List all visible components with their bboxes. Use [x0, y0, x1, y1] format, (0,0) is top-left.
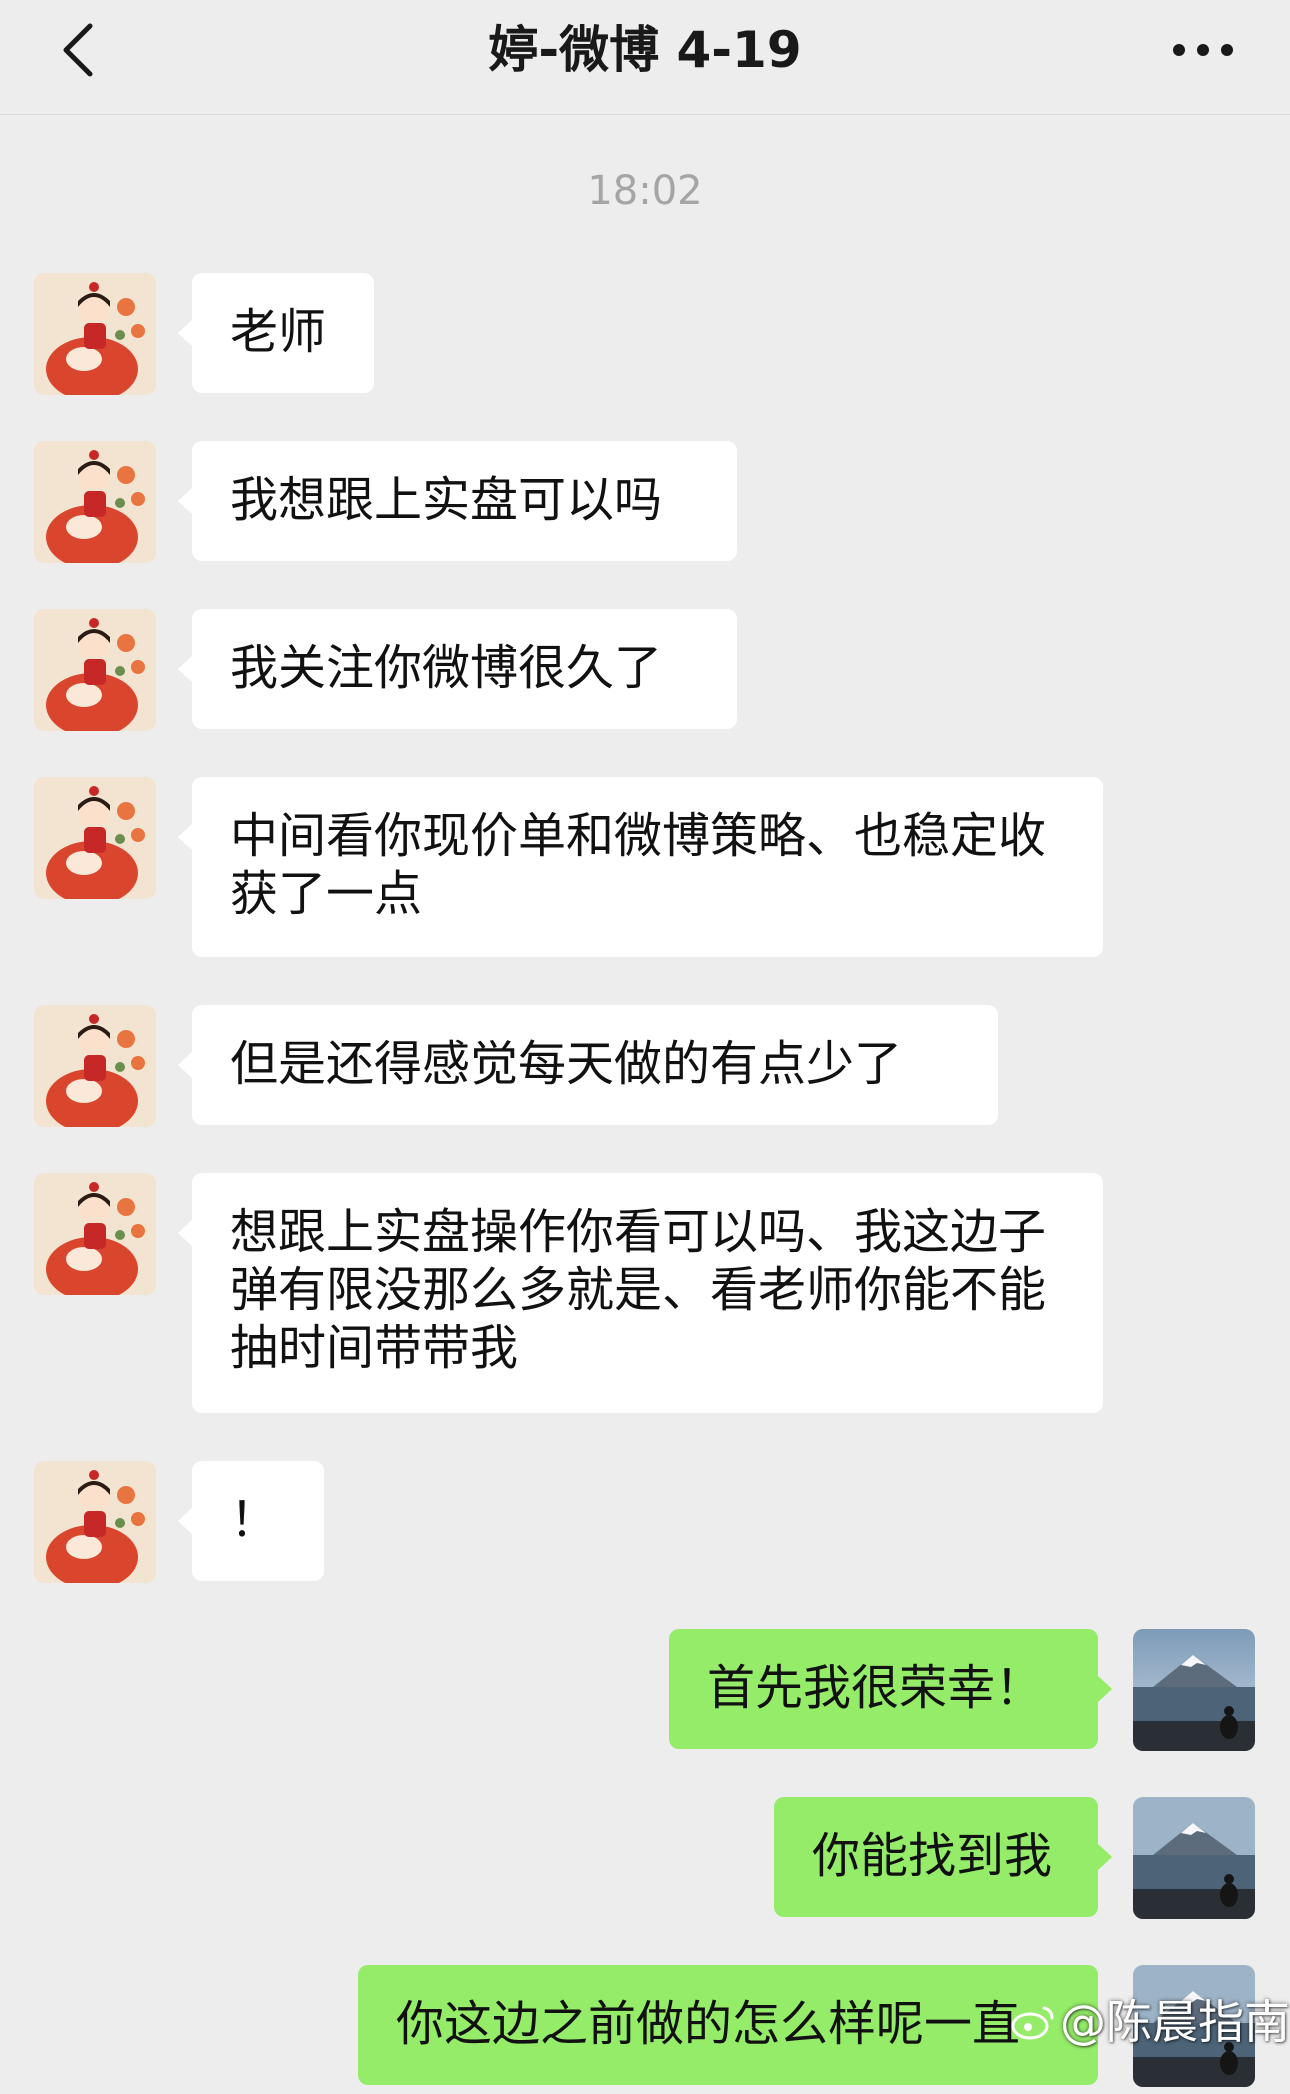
- chat-header: 婷-微博 4-19: [0, 0, 1290, 115]
- contact-avatar[interactable]: [34, 1461, 156, 1583]
- watermark: @陈晨指南: [1010, 1992, 1290, 2052]
- contact-avatar[interactable]: [34, 273, 156, 395]
- outgoing-message-bubble[interactable]: 你能找到我: [774, 1797, 1112, 1917]
- incoming-message-bubble[interactable]: 我关注你微博很久了: [178, 609, 737, 729]
- weibo-logo-icon: [1010, 1996, 1056, 2056]
- mountain-lake-avatar-icon: [1133, 1797, 1255, 1919]
- girl-avatar-icon: [34, 1005, 156, 1127]
- girl-avatar-icon: [34, 777, 156, 899]
- outgoing-message-bubble[interactable]: 你这边之前做的怎么样呢一直: [358, 1965, 1098, 2085]
- girl-avatar-icon: [34, 273, 156, 395]
- girl-avatar-icon: [34, 1461, 156, 1583]
- contact-avatar[interactable]: [34, 441, 156, 563]
- contact-avatar[interactable]: [34, 1173, 156, 1295]
- incoming-message-bubble[interactable]: 中间看你现价单和微博策略、也稳定收获了一点: [178, 777, 1103, 957]
- contact-avatar[interactable]: [34, 1005, 156, 1127]
- incoming-message-bubble[interactable]: 我想跟上实盘可以吗: [178, 441, 737, 561]
- own-avatar[interactable]: [1133, 1797, 1255, 1919]
- message-timestamp: 18:02: [587, 168, 703, 214]
- girl-avatar-icon: [34, 1173, 156, 1295]
- girl-avatar-icon: [34, 441, 156, 563]
- watermark-text: @陈晨指南: [1060, 1995, 1290, 2049]
- contact-avatar[interactable]: [34, 609, 156, 731]
- outgoing-message-bubble[interactable]: 首先我很荣幸！: [669, 1629, 1112, 1749]
- incoming-message-bubble[interactable]: 老师: [178, 273, 374, 393]
- girl-avatar-icon: [34, 609, 156, 731]
- incoming-message-bubble[interactable]: 想跟上实盘操作你看可以吗、我这边子弹有限没那么多就是、看老师你能不能抽时间带带我: [178, 1173, 1103, 1413]
- contact-avatar[interactable]: [34, 777, 156, 899]
- incoming-message-bubble[interactable]: 但是还得感觉每天做的有点少了: [178, 1005, 998, 1125]
- incoming-message-bubble[interactable]: ！: [178, 1461, 324, 1581]
- chat-title: 婷-微博 4-19: [488, 21, 802, 79]
- mountain-lake-avatar-icon: [1133, 1629, 1255, 1751]
- more-button[interactable]: [1168, 22, 1238, 78]
- more-dots-icon: [1173, 44, 1233, 56]
- own-avatar[interactable]: [1133, 1629, 1255, 1751]
